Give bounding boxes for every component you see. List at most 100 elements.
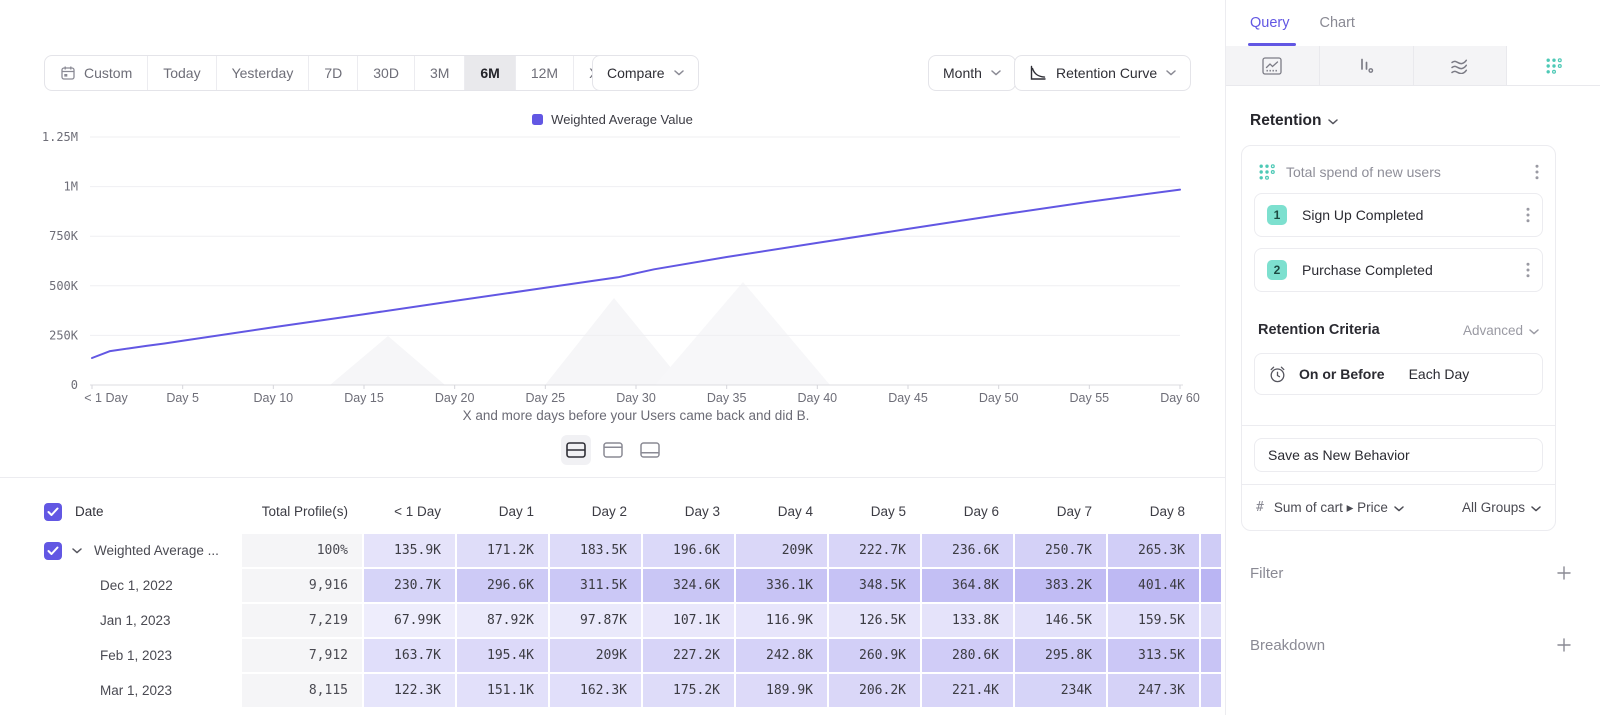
retention-value-cell[interactable]: 146.5K — [1015, 604, 1106, 637]
retention-value-cell[interactable]: 296.6K — [457, 569, 548, 602]
date-cell[interactable]: Weighted Average ... — [0, 534, 240, 567]
retention-value-cell[interactable]: 122.3K — [364, 674, 455, 707]
timing-condition[interactable]: On or Before — [1299, 366, 1385, 382]
range-30d[interactable]: 30D — [358, 56, 415, 90]
behavior-step-2[interactable]: 2Purchase Completed — [1254, 248, 1543, 292]
behavior-step-1[interactable]: 1Sign Up Completed — [1254, 193, 1543, 237]
view-tab-insights-line-chart[interactable] — [1226, 46, 1320, 85]
retention-value-cell[interactable]: 236.6K — [922, 534, 1013, 567]
add-filter-icon[interactable] — [1556, 565, 1572, 581]
retention-value-cell[interactable]: 250.7K — [1015, 534, 1106, 567]
total-profiles-cell[interactable]: 9,916 — [242, 569, 362, 602]
column-header[interactable]: Day 5 — [829, 490, 920, 534]
retention-value-cell[interactable]: 247.3K — [1108, 674, 1199, 707]
range-yesterday[interactable]: Yesterday — [217, 56, 310, 90]
column-header[interactable]: Day 7 — [1015, 490, 1106, 534]
range-12m[interactable]: 12M — [516, 56, 574, 90]
retention-value-cell[interactable]: 230.7K — [364, 569, 455, 602]
measure-property-dropdown[interactable]: Sum of cart ▸ Price — [1274, 500, 1404, 516]
column-header[interactable]: Day 4 — [736, 490, 827, 534]
compare-button[interactable]: Compare — [592, 55, 699, 91]
column-header[interactable]: < 1 Day — [364, 490, 455, 534]
retention-value-cell[interactable]: 295.8K — [1015, 639, 1106, 672]
kebab-menu-icon[interactable] — [1524, 260, 1532, 280]
granularity-button[interactable]: Month — [928, 55, 1016, 91]
retention-value-cell[interactable]: 195.4K — [457, 639, 548, 672]
range-today[interactable]: Today — [148, 56, 216, 90]
retention-value-cell[interactable]: 313.5K — [1108, 639, 1199, 672]
view-tab-retention-grid[interactable] — [1507, 46, 1600, 85]
range-3m[interactable]: 3M — [415, 56, 465, 90]
retention-value-cell[interactable]: 280.6K — [922, 639, 1013, 672]
retention-value-cell[interactable]: 311.5K — [550, 569, 641, 602]
column-header[interactable]: Day 1 — [457, 490, 548, 534]
column-header[interactable]: Total Profile(s) — [242, 490, 362, 534]
retention-value-cell[interactable]: 97.87K — [550, 604, 641, 637]
retention-value-cell[interactable]: 175.2K — [643, 674, 734, 707]
retention-value-cell[interactable]: 116.9K — [736, 604, 827, 637]
tab-chart[interactable]: Chart — [1320, 0, 1355, 46]
range-7d[interactable]: 7D — [309, 56, 358, 90]
view-tab-bar-chart[interactable] — [1320, 46, 1414, 85]
range-custom[interactable]: Custom — [45, 56, 148, 90]
retention-value-cell[interactable]: 209K — [736, 534, 827, 567]
retention-value-cell[interactable]: 336.1K — [736, 569, 827, 602]
retention-value-cell[interactable]: 107.1K — [643, 604, 734, 637]
retention-value-cell[interactable]: 383.2K — [1015, 569, 1106, 602]
group-scope-dropdown[interactable]: All Groups — [1462, 500, 1541, 515]
date-column-header[interactable]: Date — [0, 490, 240, 534]
column-header[interactable]: Day 6 — [922, 490, 1013, 534]
retention-value-cell[interactable]: 87.92K — [457, 604, 548, 637]
layout-toggle-split-view[interactable] — [561, 435, 591, 465]
retention-value-cell[interactable]: 183.5K — [550, 534, 641, 567]
retention-value-cell[interactable]: 222.7K — [829, 534, 920, 567]
column-header[interactable]: Day 3 — [643, 490, 734, 534]
total-profiles-cell[interactable]: 7,912 — [242, 639, 362, 672]
retention-value-cell[interactable]: 67.99K — [364, 604, 455, 637]
column-header[interactable]: Day 8 — [1108, 490, 1199, 534]
total-profiles-cell[interactable]: 7,219 — [242, 604, 362, 637]
kebab-menu-icon[interactable] — [1524, 205, 1532, 225]
timing-frequency[interactable]: Each Day — [1409, 366, 1470, 382]
date-cell[interactable]: Feb 1, 2023 — [0, 639, 240, 672]
retention-value-cell[interactable]: 162.3K — [550, 674, 641, 707]
retention-value-cell[interactable]: 159.5K — [1108, 604, 1199, 637]
retention-value-cell[interactable]: 401.4K — [1108, 569, 1199, 602]
chart-type-button[interactable]: Retention Curve — [1014, 55, 1191, 91]
date-cell[interactable]: Jan 1, 2023 — [0, 604, 240, 637]
retention-value-cell[interactable]: 171.2K — [457, 534, 548, 567]
retention-value-cell[interactable]: 260.9K — [829, 639, 920, 672]
retention-value-cell[interactable]: 227.2K — [643, 639, 734, 672]
retention-value-cell[interactable]: 196.6K — [643, 534, 734, 567]
retention-value-cell[interactable]: 133.8K — [922, 604, 1013, 637]
retention-value-cell[interactable]: 189.9K — [736, 674, 827, 707]
tab-query[interactable]: Query — [1250, 0, 1290, 46]
retention-value-cell[interactable]: 242.8K — [736, 639, 827, 672]
date-cell[interactable]: Mar 1, 2023 — [0, 674, 240, 707]
range-6m[interactable]: 6M — [465, 56, 515, 90]
save-as-new-behavior-button[interactable]: Save as New Behavior — [1254, 438, 1543, 472]
row-checkbox[interactable] — [44, 542, 62, 560]
row-checkbox[interactable] — [44, 503, 62, 521]
layout-toggle-bottom-focus[interactable] — [635, 435, 665, 465]
column-header[interactable]: Day 2 — [550, 490, 641, 534]
retention-value-cell[interactable]: 209K — [550, 639, 641, 672]
layout-toggle-top-focus[interactable] — [598, 435, 628, 465]
expand-row-icon[interactable] — [72, 548, 82, 554]
retention-value-cell[interactable]: 221.4K — [922, 674, 1013, 707]
retention-value-cell[interactable]: 234K — [1015, 674, 1106, 707]
total-profiles-cell[interactable]: 8,115 — [242, 674, 362, 707]
retention-value-cell[interactable]: 348.5K — [829, 569, 920, 602]
behavior-title[interactable]: Total spend of new users — [1286, 164, 1523, 180]
retention-value-cell[interactable]: 151.1K — [457, 674, 548, 707]
retention-value-cell[interactable]: 364.8K — [922, 569, 1013, 602]
report-type-selector[interactable]: Retention — [1250, 112, 1600, 130]
retention-value-cell[interactable]: 265.3K — [1108, 534, 1199, 567]
retention-value-cell[interactable]: 163.7K — [364, 639, 455, 672]
view-tab-flow-chart[interactable] — [1414, 46, 1508, 85]
criteria-mode-dropdown[interactable]: Advanced — [1463, 323, 1539, 338]
kebab-menu-icon[interactable] — [1533, 162, 1541, 182]
date-cell[interactable]: Dec 1, 2022 — [0, 569, 240, 602]
total-profiles-cell[interactable]: 100% — [242, 534, 362, 567]
retention-value-cell[interactable]: 324.6K — [643, 569, 734, 602]
